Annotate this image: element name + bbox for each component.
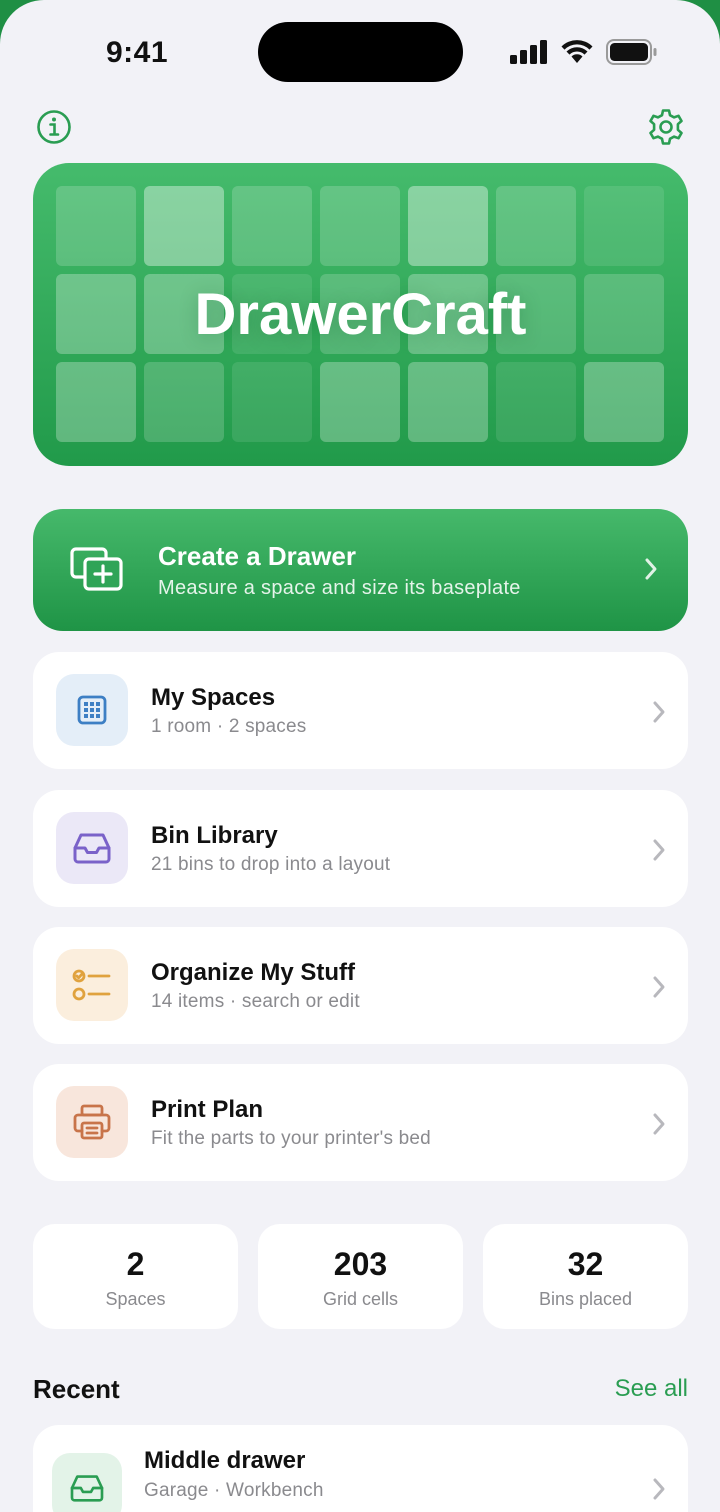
menu-item-subtitle: 21 bins to drop into a layout: [151, 854, 391, 875]
create-drawer-subtitle: Measure a space and size its baseplate: [158, 577, 521, 599]
menu-item-organize-my-stuff[interactable]: Organize My Stuff 14 items · search or e…: [33, 927, 688, 1044]
tray-icon: [70, 1475, 104, 1502]
bin-library-icon-tile: [56, 812, 128, 884]
wifi-icon: [561, 40, 593, 63]
dynamic-island: [258, 22, 463, 82]
checklist-icon: [72, 969, 111, 1001]
my-spaces-icon-tile: [56, 674, 128, 746]
create-drawer-title: Create a Drawer: [158, 541, 356, 571]
create-drawer-button[interactable]: Create a Drawer Measure a space and size…: [33, 509, 688, 631]
settings-button[interactable]: [645, 106, 687, 148]
status-icons: [510, 38, 658, 66]
cellular-signal-icon: [510, 40, 547, 64]
menu-item-title: Bin Library: [151, 822, 278, 849]
stat-label: Bins placed: [538, 1289, 633, 1309]
menu-item-title: Print Plan: [151, 1096, 264, 1123]
see-all-link[interactable]: See all: [615, 1375, 688, 1403]
stat-label: Spaces: [105, 1289, 166, 1309]
menu-item-title: Organize My Stuff: [151, 959, 356, 986]
stat-grid-cells: 203 Grid cells: [258, 1224, 463, 1329]
stat-spaces: 2 Spaces: [33, 1224, 238, 1329]
battery-icon: [606, 39, 657, 65]
recent-item-title: Middle drawer: [144, 1447, 306, 1474]
menu-item-title: My Spaces: [151, 684, 276, 711]
menu-item-bin-library[interactable]: Bin Library 21 bins to drop into a layou…: [33, 790, 688, 907]
menu-item-subtitle: 1 room · 2 spaces: [151, 716, 307, 737]
gear-icon: [649, 109, 683, 145]
recent-item[interactable]: Middle drawer Garage · Workbench: [33, 1425, 688, 1512]
app-screen: 9:41 DrawerCraft Create a Drawer Measure…: [0, 0, 720, 1512]
hero-banner: DrawerCraft: [33, 163, 688, 466]
menu-item-my-spaces[interactable]: My Spaces 1 room · 2 spaces: [33, 652, 688, 769]
chevron-right-icon: [653, 839, 665, 861]
menu-item-subtitle: 14 items · search or edit: [151, 991, 360, 1012]
menu-item-print-plan[interactable]: Print Plan Fit the parts to your printer…: [33, 1064, 688, 1181]
info-icon: [37, 110, 71, 144]
stat-value: 203: [333, 1246, 388, 1282]
recent-item-icon-tile: [52, 1453, 122, 1512]
grid-icon: [77, 695, 107, 725]
chevron-right-icon: [653, 701, 665, 723]
stat-value: 2: [126, 1246, 145, 1282]
chevron-right-icon: [653, 1478, 665, 1500]
chevron-right-icon: [645, 558, 657, 580]
organize-icon-tile: [56, 949, 128, 1021]
print-plan-icon-tile: [56, 1086, 128, 1158]
chevron-right-icon: [653, 976, 665, 998]
printer-icon: [73, 1104, 111, 1140]
info-button[interactable]: [33, 106, 75, 148]
stat-value: 32: [567, 1246, 604, 1282]
tray-icon: [73, 833, 111, 864]
menu-item-subtitle: Fit the parts to your printer's bed: [151, 1128, 431, 1149]
app-title: DrawerCraft: [194, 282, 527, 347]
add-drawer-icon: [70, 547, 123, 591]
stat-label: Grid cells: [322, 1289, 398, 1309]
chevron-right-icon: [653, 1113, 665, 1135]
status-bar: 9:41: [0, 0, 720, 100]
recent-item-subtitle: Garage · Workbench: [144, 1480, 324, 1501]
status-time: 9:41: [106, 36, 169, 69]
recent-heading: Recent: [33, 1374, 120, 1404]
stat-bins-placed: 32 Bins placed: [483, 1224, 688, 1329]
